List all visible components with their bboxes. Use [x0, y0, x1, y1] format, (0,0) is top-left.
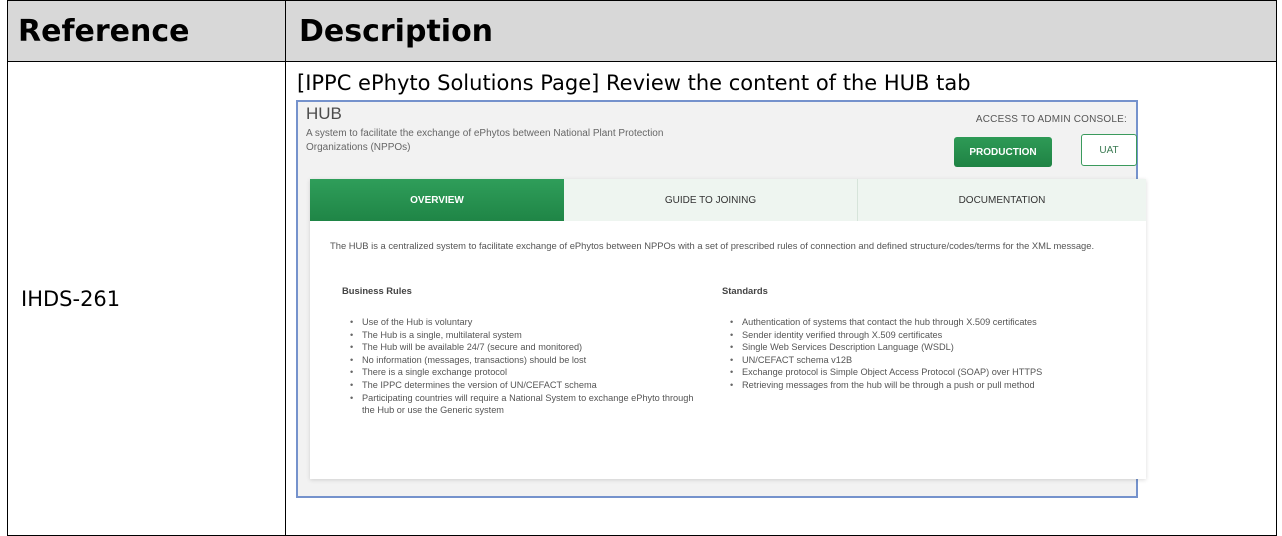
list-item: Single Web Services Description Language…: [728, 341, 1088, 354]
standards-title: Standards: [722, 285, 768, 296]
requirements-table: Reference Description IHDS-261 [IPPC ePh…: [7, 0, 1277, 536]
description-cell: [IPPC ePhyto Solutions Page] Review the …: [285, 61, 1277, 536]
list-item: Exchange protocol is Simple Object Acces…: [728, 366, 1088, 379]
admin-console-label: ACCESS TO ADMIN CONSOLE:: [975, 114, 1127, 125]
hub-title: HUB: [306, 104, 342, 123]
reference-header: Reference: [7, 0, 286, 62]
list-item: Authentication of systems that contact t…: [728, 316, 1088, 329]
table-row: IHDS-261 [IPPC ePhyto Solutions Page] Re…: [7, 61, 1277, 536]
business-rules-title: Business Rules: [342, 285, 412, 296]
list-item: Sender identity verified through X.509 c…: [728, 329, 1088, 342]
description-header: Description: [285, 0, 1277, 62]
reference-cell: IHDS-261: [7, 61, 286, 536]
tab-documentation[interactable]: DOCUMENTATION: [858, 179, 1146, 221]
list-item: Retrieving messages from the hub will be…: [728, 379, 1088, 392]
hub-content-card: OVERVIEW GUIDE TO JOINING DOCUMENTATION …: [310, 179, 1146, 479]
hub-tabs: OVERVIEW GUIDE TO JOINING DOCUMENTATION: [310, 179, 1146, 221]
list-item: No information (messages, transactions) …: [348, 354, 698, 367]
list-item: Use of the Hub is voluntary: [348, 316, 698, 329]
hub-subtitle: A system to facilitate the exchange of e…: [306, 128, 664, 153]
description-caption: [IPPC ePhyto Solutions Page] Review the …: [297, 71, 971, 95]
business-rules-list: Use of the Hub is voluntary The Hub is a…: [348, 316, 698, 417]
list-item: Participating countries will require a N…: [348, 392, 698, 417]
list-item: The Hub will be available 24/7 (secure a…: [348, 341, 698, 354]
table-header-row: Reference Description: [7, 0, 1277, 62]
list-item: The IPPC determines the version of UN/CE…: [348, 379, 698, 392]
tab-overview[interactable]: OVERVIEW: [310, 179, 564, 221]
hub-tab-screenshot: HUB A system to facilitate the exchange …: [296, 100, 1146, 498]
overview-text: The HUB is a centralized system to facil…: [330, 240, 1095, 251]
list-item: There is a single exchange protocol: [348, 366, 698, 379]
production-button[interactable]: PRODUCTION: [954, 137, 1052, 167]
standards-list: Authentication of systems that contact t…: [728, 316, 1088, 392]
list-item: UN/CEFACT schema v12B: [728, 354, 1088, 367]
list-item: The Hub is a single, multilateral system: [348, 329, 698, 342]
tab-guide-to-joining[interactable]: GUIDE TO JOINING: [564, 179, 858, 221]
uat-button[interactable]: UAT: [1081, 134, 1137, 166]
